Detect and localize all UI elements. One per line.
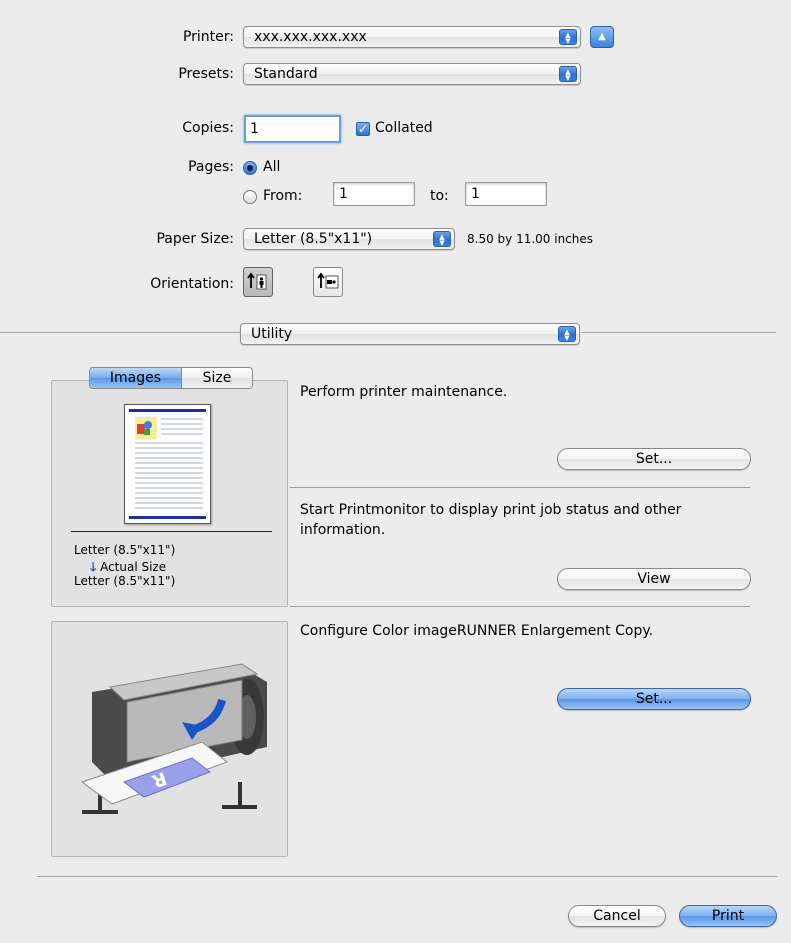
orientation-label: Orientation: [150,276,234,292]
divider-right [581,332,776,333]
triangle-up-icon: ▲ [598,31,606,42]
presets-label: Presets: [178,66,234,82]
checkmark-icon: ✓ [357,122,369,136]
large-format-printer-icon: R [80,663,267,814]
portrait-icon [247,272,267,290]
copies-label: Copies: [182,120,234,136]
page-preview-image [129,409,206,519]
updown-arrows-icon: ▲ ▼ [558,326,576,342]
printer-select[interactable]: xxx.xxx.xxx.xxx ▲ ▼ [243,26,581,48]
pages-all-label: All [263,159,281,175]
portrait-button[interactable] [243,267,273,297]
maintenance-text: Perform printer maintenance. [300,384,508,400]
paper-size-select[interactable]: Letter (8.5"x11") ▲ ▼ [243,228,455,250]
pages-from-label: From: [263,188,303,204]
updown-arrows-icon: ▲ ▼ [559,29,577,45]
print-button[interactable]: Print [679,905,777,927]
paper-size-label: Paper Size: [156,231,234,247]
pages-label: Pages: [188,159,234,175]
maintenance-set-button[interactable]: Set... [557,448,751,470]
preview-divider [71,531,272,532]
disclosure-button[interactable]: ▲ [590,26,614,48]
utility-divider-1 [290,487,750,488]
printmonitor-view-button[interactable]: View [557,568,751,590]
footer-divider [37,876,777,877]
section-select[interactable]: Utility ▲ ▼ [240,323,580,345]
utility-divider-2 [290,606,750,607]
printer-value: xxx.xxx.xxx.xxx [254,29,367,45]
collated-label: Collated [375,120,433,136]
landscape-button[interactable] [313,267,343,297]
collated-checkbox[interactable]: ✓ [356,122,370,136]
divider-left [0,332,240,333]
paper-dimensions: 8.50 by 11.00 inches [467,232,594,246]
printmonitor-text: Start Printmonitor to display print job … [300,502,682,538]
pages-from-input[interactable]: 1 [333,182,415,206]
paper-size-value: Letter (8.5"x11") [254,231,373,247]
cancel-button[interactable]: Cancel [568,905,666,927]
source-size: Letter (8.5"x11") [74,543,176,557]
output-size: Letter (8.5"x11") [74,574,176,588]
enlargement-set-button[interactable]: Set... [557,688,751,710]
arrow-down-icon: 🡓 [90,560,97,574]
pages-to-label: to: [430,188,449,204]
pages-all-radio[interactable] [243,161,257,175]
printer-illustration-panel: R [51,621,288,857]
preview-tabs: Images Size [89,367,253,389]
landscape-icon [317,272,339,289]
presets-select[interactable]: Standard ▲ ▼ [243,63,581,85]
enlargement-text: Configure Color imageRUNNER Enlargement … [300,623,654,639]
page-preview [124,404,211,524]
updown-arrows-icon: ▲ ▼ [433,231,451,247]
pages-from-radio[interactable] [243,190,257,204]
printer-label: Printer: [182,29,234,45]
tab-images[interactable]: Images [90,368,181,388]
pages-to-input[interactable]: 1 [465,182,547,206]
copies-input[interactable]: 1 [244,115,341,143]
tab-size[interactable]: Size [180,368,252,388]
presets-value: Standard [254,66,318,82]
updown-arrows-icon: ▲ ▼ [559,66,577,82]
scale-text: Actual Size [100,560,167,574]
section-value: Utility [251,326,293,342]
